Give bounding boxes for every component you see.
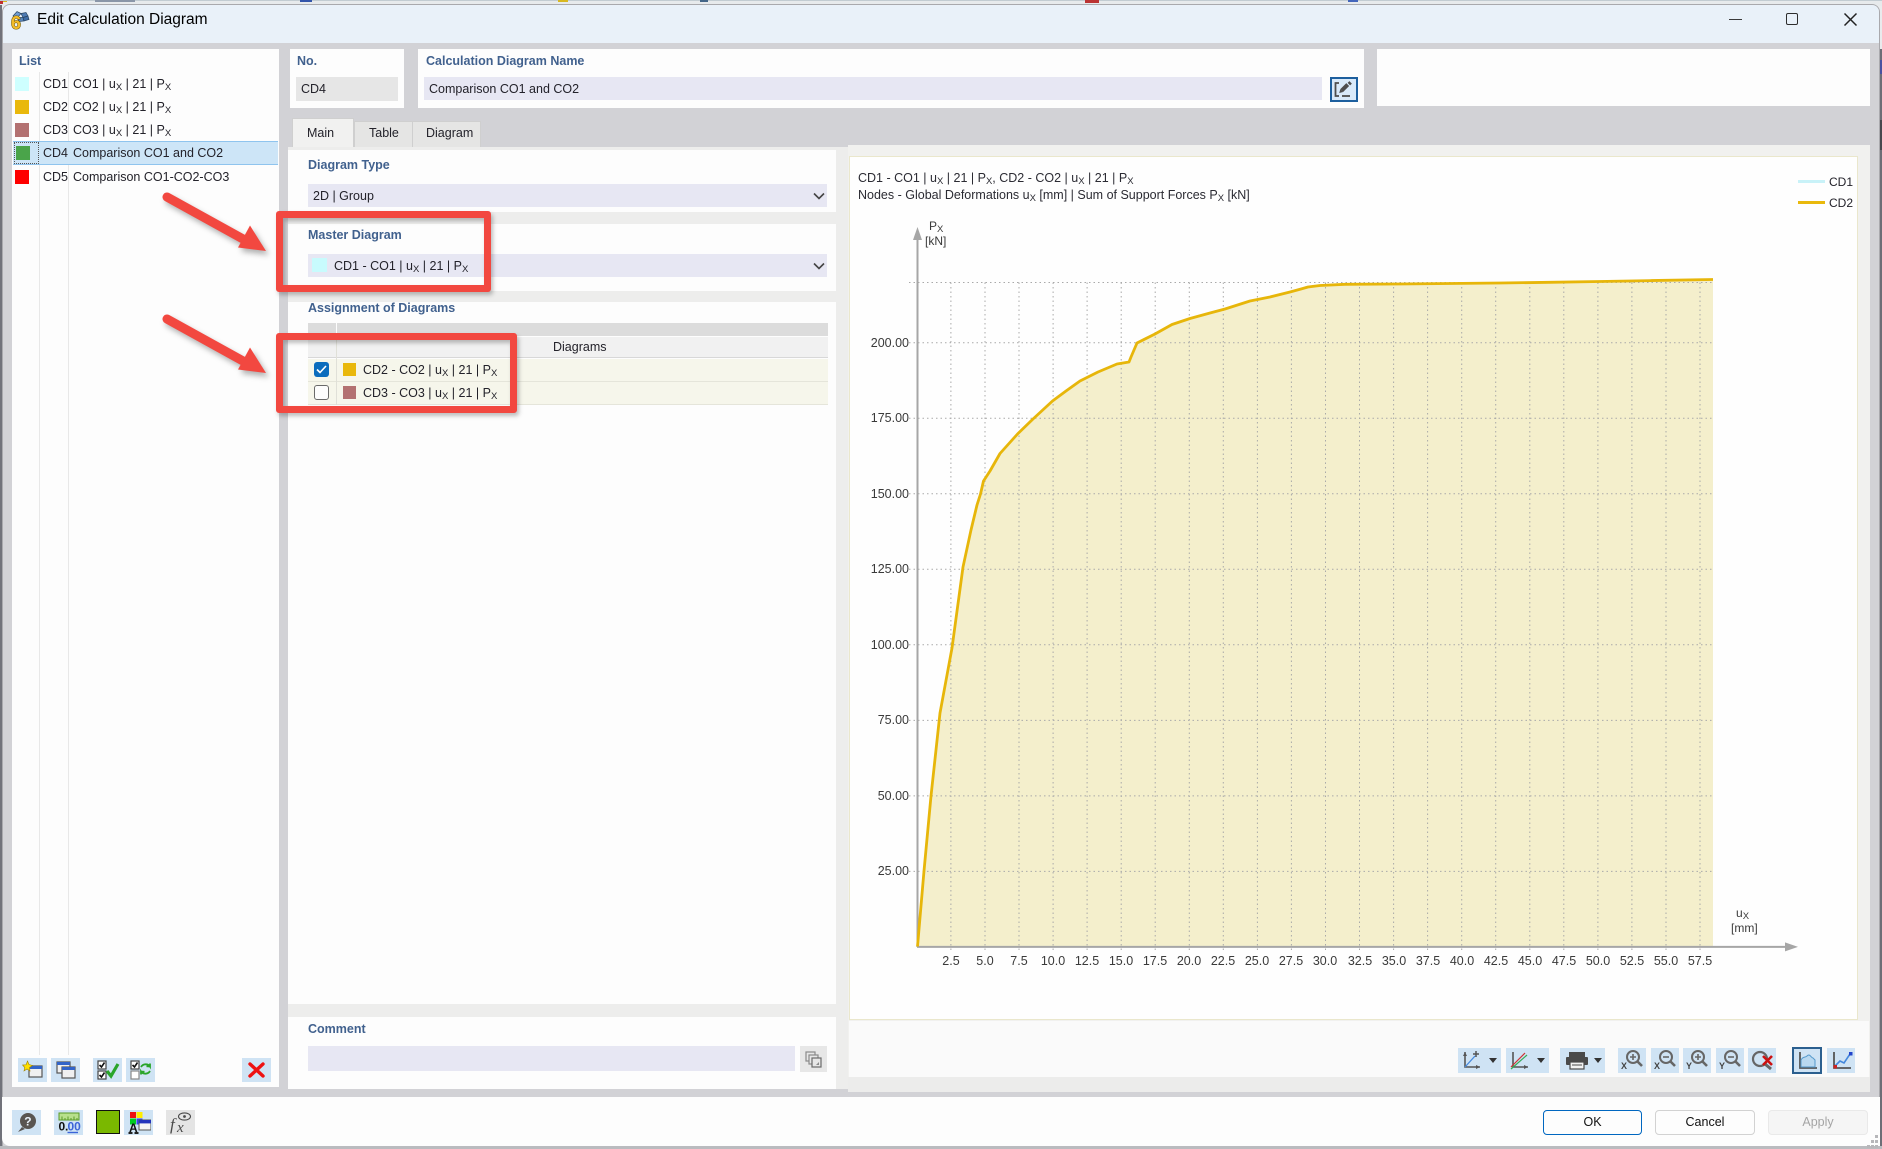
svg-text:Y: Y [1719,1061,1725,1071]
svg-text:00: 00 [68,1120,82,1134]
svg-text:6: 6 [11,13,21,31]
svg-text:X: X [1654,1061,1660,1071]
svg-text:X: X [1621,1061,1627,1071]
svg-text:Y: Y [1686,1061,1692,1071]
svg-text:?: ? [24,1115,31,1129]
svg-text:x: x [176,1120,184,1134]
svg-text:f: f [170,1115,177,1134]
